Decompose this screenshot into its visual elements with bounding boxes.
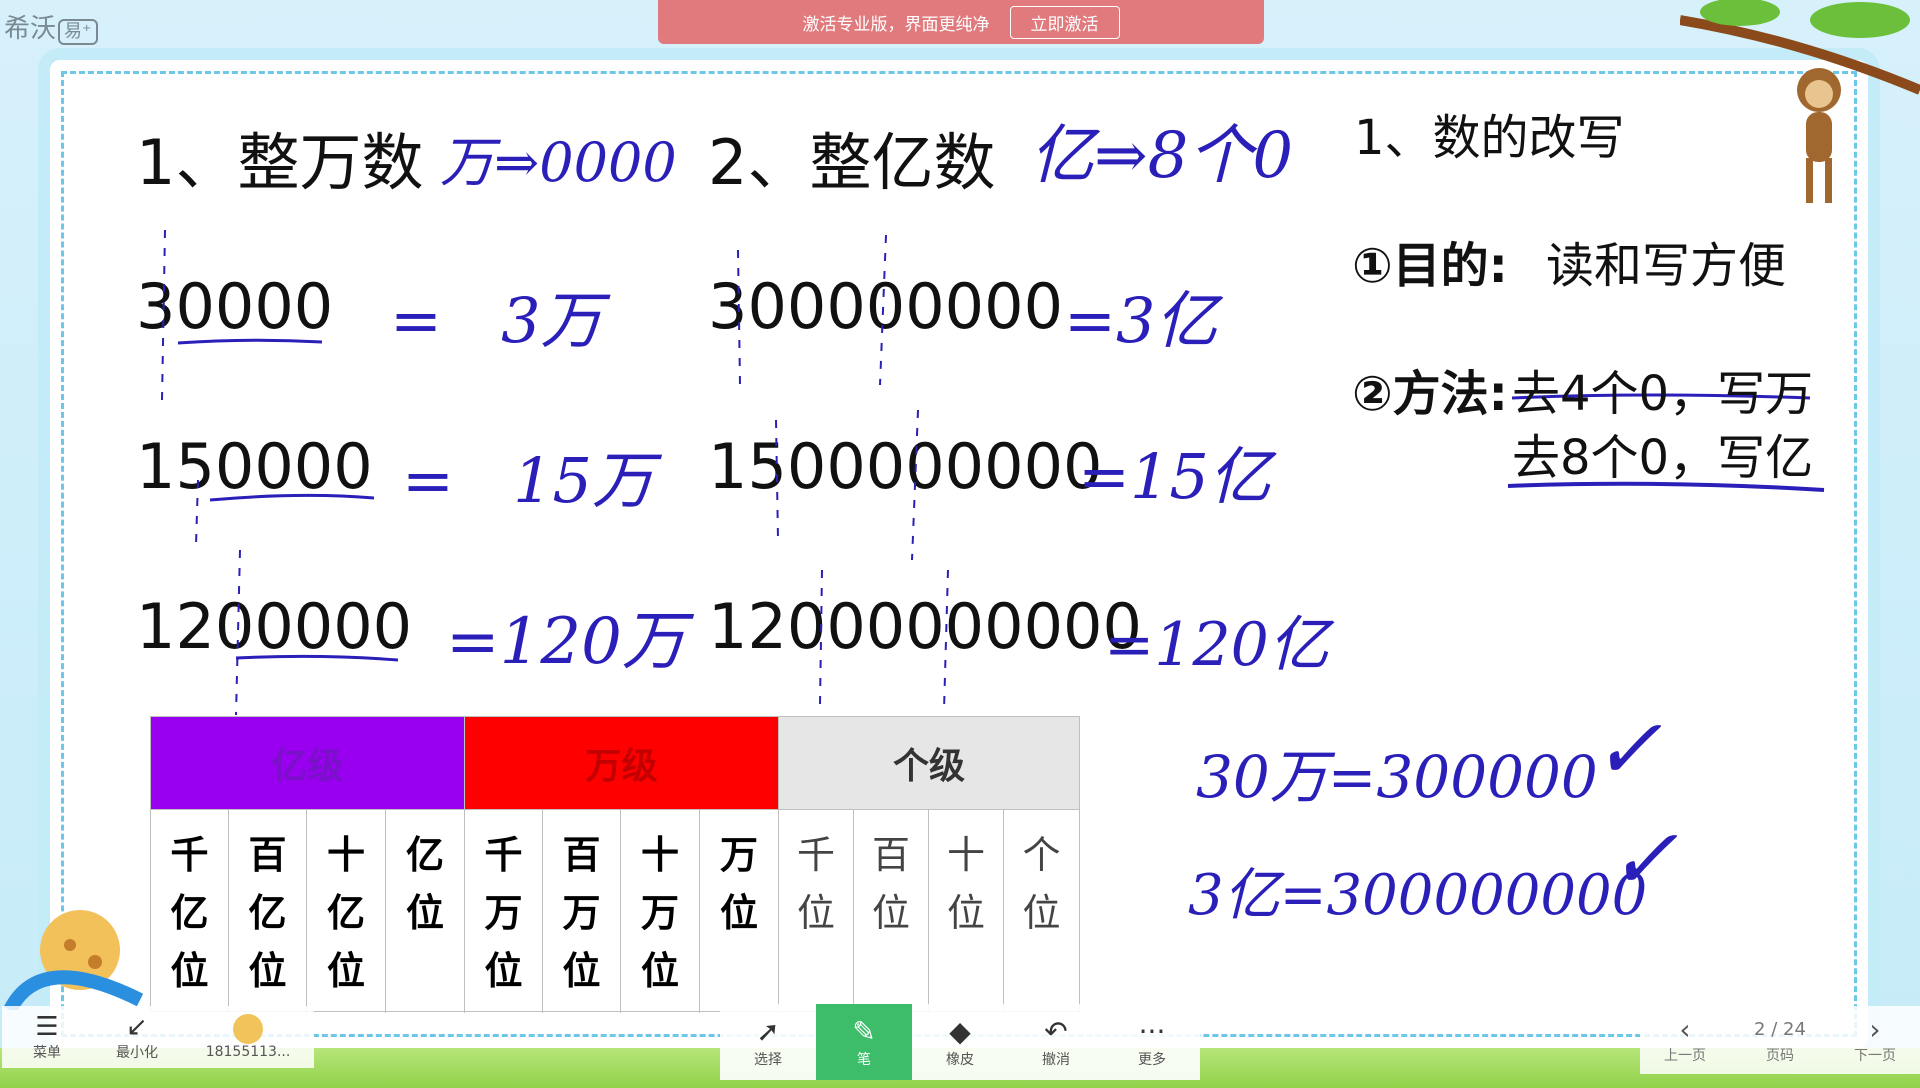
method-line-2: 去8个0，写亿: [1512, 430, 1814, 486]
more-button[interactable]: ··· 更多: [1104, 1004, 1200, 1080]
next-page-button[interactable]: › 下一页: [1854, 1015, 1896, 1065]
mid-result-1: =3亿: [1064, 284, 1218, 357]
left-result-3: =120万: [446, 605, 686, 679]
col-qianwan: 千万位: [465, 809, 543, 1013]
activation-banner: 激活专业版，界面更纯净 立即激活: [658, 0, 1264, 44]
col-wan: 万位: [700, 809, 779, 1013]
giraffe-decoration: [3, 910, 144, 1010]
group-yi: 亿级: [151, 717, 465, 809]
title-1-note: 万⇒0000: [440, 131, 677, 194]
place-value-table: 亿级 万级 个级 千亿位 百亿位 十亿位 亿位 千万位 百万位 十万位 万位 千…: [150, 716, 1080, 1013]
left-number-1: 30000: [136, 270, 334, 343]
brand-name: 希沃: [4, 14, 57, 44]
col-shiwan: 十万位: [621, 809, 700, 1013]
banner-text: 激活专业版，界面更纯净: [802, 14, 990, 35]
tool-palette: ➚ 选择 ✎ 笔 ◆ 橡皮 ↶ 撤消 ··· 更多: [720, 1004, 1200, 1080]
avatar: [233, 1014, 263, 1044]
col-qianyi: 千亿位: [151, 809, 229, 1013]
right-title: 1、数的改写: [1354, 110, 1625, 166]
left-number-2: 150000: [136, 430, 373, 503]
eraser-tool-button[interactable]: ◆ 橡皮: [912, 1004, 1008, 1080]
brand-logo: 希沃 易⁺: [4, 8, 98, 45]
mid-result-2: =15亿: [1078, 440, 1271, 513]
col-baiyi: 百亿位: [229, 809, 307, 1013]
mid-number-2: 1500000000: [708, 430, 1103, 503]
col-bai: 百位: [854, 809, 929, 1013]
left-result-2: = 15万: [402, 444, 654, 517]
mid-number-3: 12000000000: [708, 590, 1142, 663]
checkmark-1: ✓: [1592, 700, 1663, 798]
pen-icon: ✎: [852, 1015, 876, 1048]
minimize-button[interactable]: ↙ 最小化: [92, 1006, 182, 1068]
pointer-icon: ➚: [756, 1015, 780, 1048]
chevron-left-icon: ‹: [1679, 1013, 1691, 1046]
title-1: 1、整万数: [136, 126, 424, 199]
title-2-note: 亿⇒8个0: [1030, 119, 1294, 193]
col-baiwan: 百万位: [543, 809, 621, 1013]
purpose-text: 读和写方便: [1546, 238, 1787, 294]
menu-icon: ☰: [35, 1012, 59, 1042]
page-navigator: ‹ 上一页 2 / 24 页码 › 下一页: [1640, 1006, 1920, 1074]
mid-result-3: =120亿: [1104, 610, 1329, 680]
prev-page-button[interactable]: ‹ 上一页: [1664, 1015, 1706, 1065]
check-equation-1: 30万=300000: [1196, 743, 1598, 811]
tree-branch-decoration: [1680, 0, 1920, 95]
more-icon: ···: [1138, 1015, 1166, 1048]
minimize-icon: ↙: [126, 1012, 148, 1042]
mid-number-1: 300000000: [708, 270, 1064, 343]
check-equation-2: 3亿=300000000: [1188, 863, 1648, 928]
group-wan: 万级: [465, 717, 779, 809]
group-ge: 个级: [779, 717, 1079, 809]
select-tool-button[interactable]: ➚ 选择: [720, 1004, 816, 1080]
activate-button[interactable]: 立即激活: [1009, 5, 1120, 39]
user-account-button[interactable]: 18155113...: [182, 1006, 314, 1068]
col-shiyi: 十亿位: [307, 809, 386, 1013]
col-shi: 十位: [929, 809, 1004, 1013]
undo-button[interactable]: ↶ 撤消: [1008, 1004, 1104, 1080]
left-number-3: 1200000: [136, 590, 413, 663]
col-yi: 亿位: [386, 809, 465, 1013]
col-qian: 千位: [779, 809, 854, 1013]
eraser-icon: ◆: [949, 1015, 971, 1048]
method-label: ②方法:: [1352, 366, 1508, 422]
brand-tag: 易⁺: [58, 19, 98, 45]
col-ge: 个位: [1004, 809, 1079, 1013]
title-2: 2、整亿数: [708, 126, 996, 199]
page-indicator[interactable]: 2 / 24 页码: [1754, 1015, 1806, 1065]
chevron-right-icon: ›: [1869, 1013, 1881, 1046]
pen-tool-button[interactable]: ✎ 笔: [816, 1004, 912, 1080]
menu-button[interactable]: ☰ 菜单: [2, 1006, 92, 1068]
left-result-1: = 3万: [390, 284, 603, 357]
purpose-label: ①目的:: [1352, 238, 1508, 294]
checkmark-2: ✓: [1608, 810, 1679, 908]
method-line-1: 去4个0，写万: [1512, 366, 1814, 422]
undo-icon: ↶: [1044, 1015, 1068, 1048]
